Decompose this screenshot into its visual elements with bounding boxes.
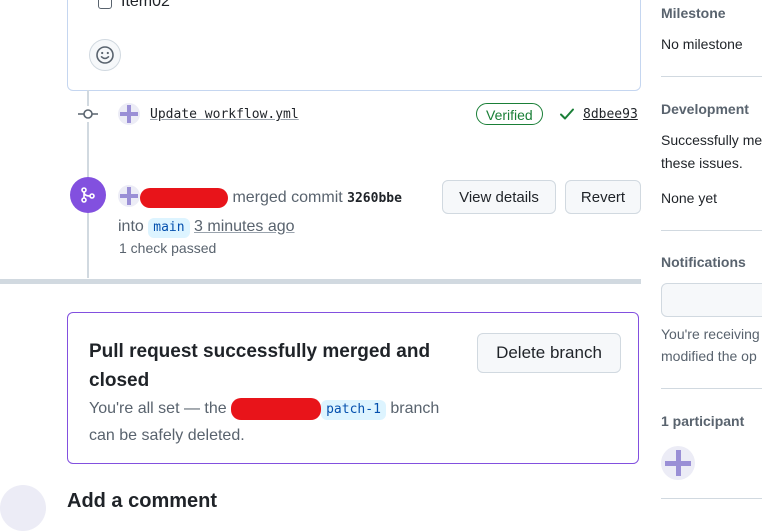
desc-suffix: branch	[390, 400, 440, 417]
development-label[interactable]: Development	[661, 101, 749, 117]
milestone-value: No milestone	[661, 36, 743, 52]
task-checkbox[interactable]	[98, 0, 112, 9]
participant-avatar-image	[661, 446, 695, 480]
smiley-icon	[96, 46, 114, 64]
redacted-username	[140, 187, 228, 208]
current-user-avatar[interactable]	[0, 485, 46, 531]
participant-avatar[interactable]	[661, 446, 695, 480]
redacted-owner	[231, 397, 322, 420]
development-value: None yet	[661, 190, 718, 206]
task-label: Item02	[121, 0, 170, 10]
notification-subscribe-button[interactable]	[661, 283, 762, 317]
add-reaction-button[interactable]	[89, 39, 121, 71]
check-icon[interactable]	[558, 105, 576, 123]
development-line1: Successfully me	[661, 132, 762, 148]
merge-status-box: Pull request successfully merged and clo…	[67, 312, 639, 464]
merge-time-link[interactable]: 3 minutes ago	[194, 218, 295, 235]
merge-action: merged commit	[232, 189, 343, 206]
base-branch-chip[interactable]: main	[148, 218, 190, 238]
merge-status-description: You're all set — the patch-1 branch can …	[89, 395, 469, 449]
commit-author-avatar[interactable]	[118, 103, 140, 125]
development-line2: these issues.	[661, 155, 743, 171]
sidebar-divider	[661, 230, 762, 231]
sidebar-divider	[661, 76, 762, 77]
desc-prefix: You're all set — the	[89, 400, 227, 417]
merge-event-icon	[70, 177, 106, 213]
commit-sha-link[interactable]: 8dbee93	[583, 107, 638, 122]
comment-body: Item02	[67, 0, 641, 91]
participants-label: 1 participant	[661, 413, 745, 429]
notifications-line1: You're receiving	[661, 326, 760, 342]
add-comment-heading: Add a comment	[67, 490, 218, 512]
milestone-label[interactable]: Milestone	[661, 5, 726, 21]
sidebar-divider	[661, 388, 762, 389]
notifications-label: Notifications	[661, 254, 746, 270]
task-list-item: Item02	[98, 0, 170, 11]
into-word: into	[118, 218, 144, 235]
merge-event-text: merged commit 3260bbe into main 3 minute…	[118, 184, 438, 241]
head-branch-chip[interactable]: patch-1	[321, 400, 386, 420]
delete-branch-button[interactable]: Delete branch	[477, 333, 621, 373]
git-merge-icon	[81, 187, 95, 203]
merge-status-title: Pull request successfully merged and clo…	[89, 341, 431, 391]
timeline-commit: Update workflow.yml Verified 8dbee93	[0, 101, 641, 129]
desc-line2: can be safely deleted.	[89, 427, 245, 444]
git-commit-icon	[78, 106, 98, 122]
sidebar-divider	[661, 498, 762, 499]
view-details-button[interactable]: View details	[442, 180, 556, 214]
merge-commit-sha[interactable]: 3260bbe	[347, 191, 402, 206]
commit-message-link[interactable]: Update workflow.yml	[150, 107, 299, 122]
notifications-line2: modified the op	[661, 348, 757, 364]
revert-button[interactable]: Revert	[565, 180, 641, 214]
timeline-divider	[0, 279, 641, 284]
checks-status[interactable]: 1 check passed	[119, 240, 216, 256]
verified-badge[interactable]: Verified	[476, 103, 543, 125]
